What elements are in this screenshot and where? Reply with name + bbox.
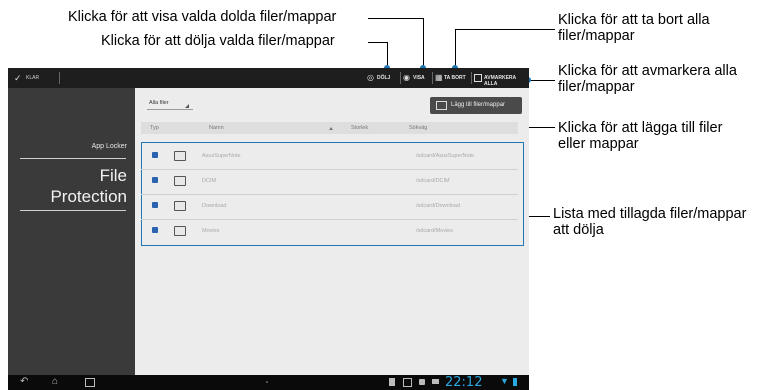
divider bbox=[432, 72, 433, 84]
row-path: /sdcard/Download bbox=[416, 203, 461, 209]
checkbox[interactable] bbox=[152, 152, 158, 158]
hide-button[interactable]: ◎ DÖLJ bbox=[367, 71, 399, 85]
done-button[interactable]: ✓ KLAR bbox=[14, 72, 54, 84]
add-files-button[interactable]: Lägg till filer/mappar bbox=[430, 97, 522, 114]
menu-dot-icon bbox=[266, 381, 268, 383]
mail-icon bbox=[432, 379, 439, 384]
tablet-screen: ✓ KLAR ◎ DÖLJ ◉ VISA ▦ TA BORT AVMARKERA… bbox=[8, 68, 529, 390]
checkbox[interactable] bbox=[152, 202, 158, 208]
column-type[interactable]: Typ bbox=[150, 125, 159, 131]
eye-icon: ◉ bbox=[403, 73, 410, 82]
callout-add-2: eller mappar bbox=[558, 136, 639, 152]
image-icon bbox=[403, 378, 412, 387]
row-name: Movies bbox=[202, 228, 220, 234]
filter-dropdown[interactable]: Alla filer bbox=[147, 98, 195, 110]
callout-deselect-all-2: filer/mappar bbox=[558, 79, 635, 95]
table-row[interactable]: DCIM /sdcard/DCIM bbox=[143, 169, 522, 193]
row-path: /sdcard/Movies bbox=[416, 228, 453, 234]
show-button[interactable]: ◉ VISA bbox=[403, 71, 431, 85]
sidebar-divider bbox=[20, 158, 126, 159]
system-bar: ↶ ⌂ 22:12 ▼ bbox=[8, 375, 529, 390]
hidden-folder-icon bbox=[174, 201, 186, 211]
hide-label: DÖLJ bbox=[377, 75, 391, 81]
trash-icon: ▦ bbox=[435, 73, 443, 82]
column-name[interactable]: Namn bbox=[209, 125, 224, 131]
hidden-folder-icon bbox=[174, 226, 186, 236]
sidebar-item-app-locker[interactable]: App Locker bbox=[92, 143, 127, 150]
row-path: /sdcard/AsusSuperNote bbox=[416, 153, 475, 159]
leader-line bbox=[423, 18, 424, 68]
home-icon[interactable]: ⌂ bbox=[52, 376, 58, 388]
callout-list-2: att dölja bbox=[553, 222, 604, 238]
sidebar-title-file: File bbox=[99, 166, 127, 185]
show-label: VISA bbox=[413, 75, 425, 81]
wifi-icon: ▼ bbox=[500, 376, 509, 386]
row-name: Download bbox=[202, 203, 227, 209]
notification-icon bbox=[389, 378, 395, 386]
leader-line bbox=[368, 42, 388, 43]
callout-deselect-all-1: Klicka för att avmarkera alla bbox=[558, 63, 737, 79]
callout-list-1: Lista med tillagda filer/mappar bbox=[553, 206, 747, 222]
leader-line bbox=[455, 29, 555, 30]
divider bbox=[59, 72, 60, 84]
leader-line bbox=[528, 80, 555, 81]
hidden-folder-icon bbox=[174, 151, 186, 161]
checkbox[interactable] bbox=[152, 177, 158, 183]
done-label: KLAR bbox=[26, 75, 40, 81]
table-row[interactable]: Movies /sdcard/Movies bbox=[143, 219, 522, 243]
row-name: AsusSuperNote bbox=[202, 153, 241, 159]
deselect-label: AVMARKERA ALLA bbox=[484, 75, 516, 87]
sidebar: App Locker File Protection bbox=[8, 88, 135, 375]
recent-apps-icon[interactable] bbox=[85, 378, 95, 387]
battery-icon bbox=[513, 378, 517, 386]
deselect-icon bbox=[474, 74, 482, 82]
clock: 22:12 bbox=[445, 375, 483, 390]
eye-off-icon: ◎ bbox=[367, 73, 374, 82]
callout-delete-all-1: Klicka för att ta bort alla bbox=[558, 12, 710, 28]
dropdown-icon bbox=[185, 104, 189, 108]
table-row[interactable]: Download /sdcard/Download bbox=[143, 194, 522, 218]
lock-icon bbox=[419, 379, 425, 385]
action-bar: ✓ KLAR ◎ DÖLJ ◉ VISA ▦ TA BORT AVMARKERA… bbox=[8, 68, 529, 88]
row-path: /sdcard/DCIM bbox=[416, 178, 450, 184]
sort-ascending-icon bbox=[329, 127, 333, 130]
column-path[interactable]: Sökväg bbox=[409, 125, 427, 131]
callout-delete-all-2: filer/mappar bbox=[558, 28, 635, 44]
sidebar-title-protection: Protection bbox=[50, 187, 127, 206]
check-icon: ✓ bbox=[14, 73, 22, 83]
delete-button[interactable]: ▦ TA BORT bbox=[435, 71, 469, 85]
callout-add-1: Klicka för att lägga till filer bbox=[558, 120, 723, 136]
back-icon[interactable]: ↶ bbox=[20, 376, 28, 388]
add-folder-icon bbox=[436, 101, 447, 110]
row-name: DCIM bbox=[202, 178, 217, 184]
column-size[interactable]: Storlek bbox=[351, 125, 368, 131]
divider bbox=[471, 72, 472, 84]
table-row[interactable]: AsusSuperNote /sdcard/AsusSuperNote bbox=[143, 144, 522, 168]
checkbox[interactable] bbox=[152, 227, 158, 233]
callout-show-hidden: Klicka för att visa valda dolda filer/ma… bbox=[68, 9, 337, 25]
divider bbox=[400, 72, 401, 84]
filter-value: Alla filer bbox=[149, 100, 169, 106]
add-files-label: Lägg till filer/mappar bbox=[451, 102, 506, 108]
sidebar-divider bbox=[20, 210, 126, 211]
callout-hide-selected: Klicka för att dölja valda filer/mappar bbox=[101, 33, 335, 49]
delete-label: TA BORT bbox=[444, 75, 466, 81]
leader-line bbox=[455, 29, 456, 68]
hidden-folder-icon bbox=[174, 176, 186, 186]
main-content: Alla filer Lägg till filer/mappar Typ Na… bbox=[135, 88, 529, 375]
leader-line bbox=[368, 18, 424, 19]
deselect-all-button[interactable]: AVMARKERA ALLA bbox=[474, 71, 528, 87]
dropdown-underline bbox=[147, 109, 193, 110]
